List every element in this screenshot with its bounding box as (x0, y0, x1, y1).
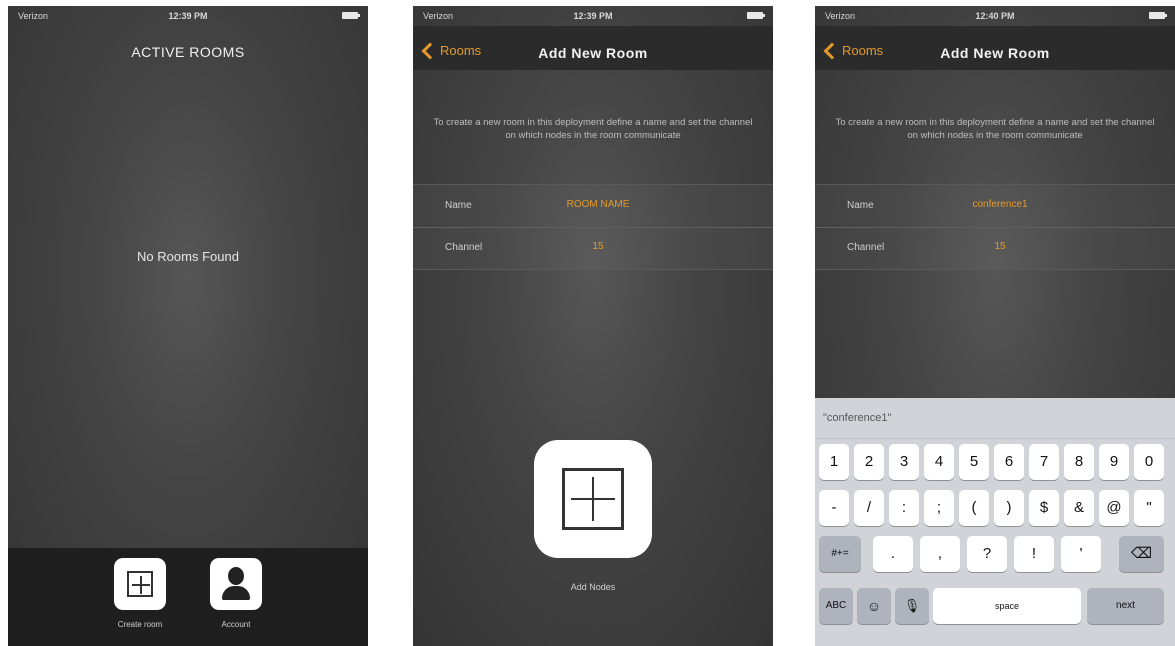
clock: 12:40 PM (975, 11, 1015, 21)
create-room-label: Create room (117, 620, 163, 629)
abc-key[interactable]: ABC (819, 588, 853, 624)
plus-square-icon (114, 558, 166, 610)
key[interactable]: ; (924, 490, 954, 526)
page-title: Add New Room (940, 45, 1050, 61)
key[interactable]: 1 (819, 444, 849, 480)
key[interactable]: 5 (959, 444, 989, 480)
key[interactable]: & (1064, 490, 1094, 526)
navbar: Rooms Add New Room (413, 26, 773, 70)
key[interactable]: 3 (889, 444, 919, 480)
key[interactable]: 4 (924, 444, 954, 480)
navbar: ACTIVE ROOMS (8, 26, 368, 70)
channel-value: 15 (592, 241, 604, 252)
battery-icon (342, 12, 360, 19)
key[interactable]: @ (1099, 490, 1129, 526)
key[interactable]: - (819, 490, 849, 526)
status-bar: Verizon 12:40 PM (815, 6, 1175, 26)
name-input[interactable] (950, 199, 1050, 210)
screen-active-rooms: Verizon 12:39 PM ACTIVE ROOMS No Rooms F… (8, 6, 368, 646)
symbols-toggle-key[interactable]: #+= (819, 536, 861, 572)
screen-add-new-room-editing: Verizon 12:40 PM Rooms Add New Room To c… (815, 6, 1175, 646)
key[interactable]: ( (959, 490, 989, 526)
keyboard-row-punctuation: #+= . , ? ! ' ⌫ (815, 536, 1175, 572)
intro-text: To create a new room in this deployment … (835, 117, 1155, 141)
channel-label: Channel (445, 242, 483, 253)
battery-icon (1149, 12, 1167, 19)
intro-text: To create a new room in this deployment … (433, 117, 753, 141)
keyboard-row-bottom: ABC ☺ 🎙 space next (815, 588, 1175, 624)
key[interactable]: 9 (1099, 444, 1129, 480)
screen-add-new-room: Verizon 12:39 PM Rooms Add New Room To c… (413, 6, 773, 646)
name-row: Name (815, 184, 1175, 228)
name-input[interactable] (548, 199, 648, 210)
key[interactable]: ! (1014, 536, 1054, 572)
next-key[interactable]: next (1087, 588, 1164, 624)
key[interactable]: 8 (1064, 444, 1094, 480)
page-title: ACTIVE ROOMS (131, 44, 245, 60)
key[interactable]: ? (967, 536, 1007, 572)
keyboard-row-numbers: 1 2 3 4 5 6 7 8 9 0 (815, 444, 1175, 480)
mic-icon[interactable]: 🎙 (895, 588, 929, 624)
clock: 12:39 PM (168, 11, 208, 21)
key[interactable]: , (920, 536, 960, 572)
empty-state-message: No Rooms Found (137, 249, 239, 264)
autocorrect-suggestion[interactable]: "conference1" (815, 398, 1175, 439)
key[interactable]: $ (1029, 490, 1059, 526)
status-bar: Verizon 12:39 PM (8, 6, 368, 26)
clock: 12:39 PM (573, 11, 613, 21)
create-room-button[interactable]: Create room (110, 558, 170, 629)
status-bar: Verizon 12:39 PM (413, 6, 773, 26)
name-label: Name (445, 200, 472, 211)
key[interactable]: 7 (1029, 444, 1059, 480)
keyboard: "conference1" 1 2 3 4 5 6 7 8 9 0 - / : … (815, 398, 1175, 646)
tab-bar: Create room Account (8, 548, 368, 646)
plus-square-icon (534, 440, 652, 558)
battery-icon (747, 12, 765, 19)
key[interactable]: / (854, 490, 884, 526)
channel-row[interactable]: Channel 15 (815, 227, 1175, 270)
person-icon (210, 558, 262, 610)
add-nodes-button[interactable]: Add Nodes (534, 440, 652, 592)
key[interactable]: 2 (854, 444, 884, 480)
page-title: Add New Room (538, 45, 648, 61)
key[interactable]: ' (1061, 536, 1101, 572)
key[interactable]: 6 (994, 444, 1024, 480)
channel-row[interactable]: Channel 15 (413, 227, 773, 270)
name-label: Name (847, 200, 874, 211)
backspace-icon[interactable]: ⌫ (1119, 536, 1164, 572)
key[interactable]: : (889, 490, 919, 526)
channel-label: Channel (847, 242, 885, 253)
key[interactable]: 0 (1134, 444, 1164, 480)
key[interactable]: . (873, 536, 913, 572)
account-button[interactable]: Account (206, 558, 266, 629)
navbar: Rooms Add New Room (815, 26, 1175, 70)
key[interactable]: " (1134, 490, 1164, 526)
key[interactable]: ) (994, 490, 1024, 526)
emoji-icon[interactable]: ☺ (857, 588, 891, 624)
keyboard-row-symbols: - / : ; ( ) $ & @ " (815, 490, 1175, 526)
account-label: Account (221, 620, 251, 629)
add-nodes-label: Add Nodes (570, 582, 616, 592)
channel-value: 15 (994, 241, 1006, 252)
name-row: Name (413, 184, 773, 228)
space-key[interactable]: space (933, 588, 1081, 624)
